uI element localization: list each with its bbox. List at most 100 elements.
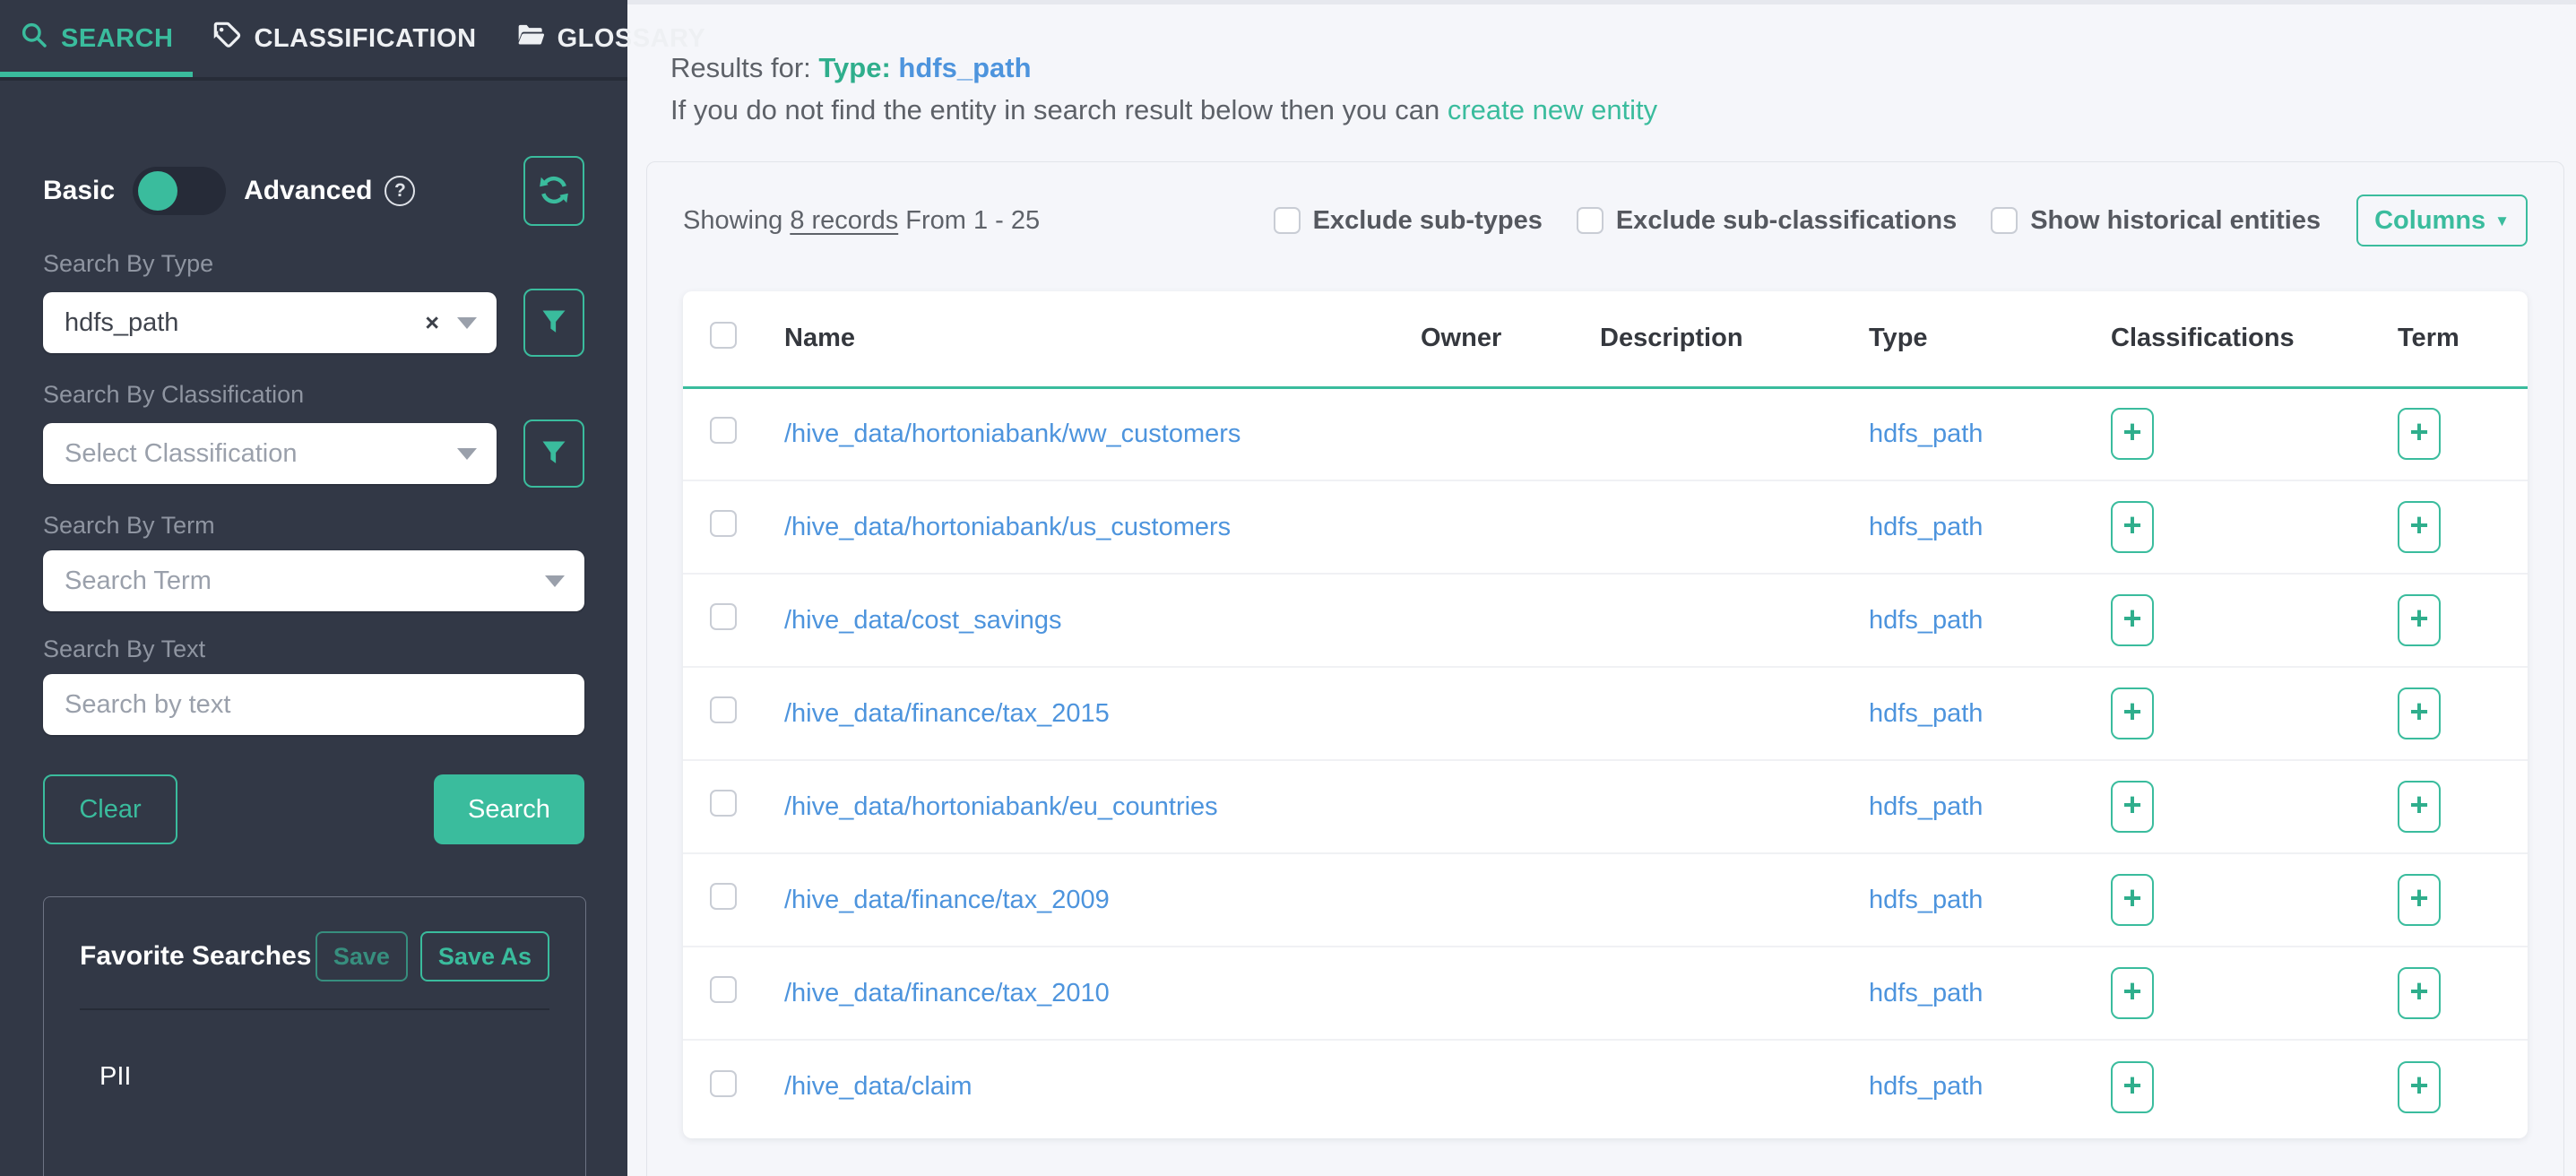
favorite-search-item[interactable]: PII [80,1062,549,1092]
search-form: Basic Advanced ? Search By T [0,156,627,1176]
entity-name-link[interactable]: /hive_data/hortoniabank/us_customers [784,513,1231,541]
mode-toggle-row: Basic Advanced ? [43,156,584,226]
type-filter-button[interactable] [523,289,584,357]
entity-name-link[interactable]: /hive_data/hortoniabank/ww_customers [784,419,1240,448]
funnel-icon [540,439,567,469]
entity-name-link[interactable]: /hive_data/hortoniabank/eu_countries [784,792,1218,821]
entity-type-link[interactable]: hdfs_path [1869,979,1983,1007]
owner-cell [1399,853,1578,947]
option-exclude-sub-types[interactable]: Exclude sub-types [1274,206,1543,236]
plus-icon: + [2409,693,2428,731]
table-row: /hive_data/finance/tax_2015 hdfs_path + … [683,667,2528,760]
tab-label: SEARCH [61,24,173,54]
tab-classification[interactable]: CLASSIFICATION [193,0,496,77]
row-checkbox[interactable] [710,696,737,723]
header-owner: Owner [1399,291,1578,387]
add-term-button[interactable]: + [2398,594,2441,646]
select-all-checkbox[interactable] [710,322,737,349]
add-classification-button[interactable]: + [2111,501,2154,553]
option-show-historical-entities[interactable]: Show historical entities [1991,206,2321,236]
clear-button[interactable]: Clear [43,774,177,844]
entity-type-link[interactable]: hdfs_path [1869,886,1983,914]
classification-select[interactable]: Select Classification [43,423,497,484]
entity-type-link[interactable]: hdfs_path [1869,792,1983,821]
basic-advanced-toggle[interactable] [133,167,226,215]
refresh-button[interactable] [523,156,584,226]
header-name: Name [763,291,1399,387]
exclude-sub-types-checkbox[interactable] [1274,207,1301,234]
entity-name-link[interactable]: /hive_data/cost_savings [784,606,1062,635]
row-checkbox[interactable] [710,883,737,910]
table-body: /hive_data/hortoniabank/ww_customers hdf… [683,387,2528,1133]
add-term-button[interactable]: + [2398,501,2441,553]
row-checkbox[interactable] [710,790,737,817]
owner-cell [1399,760,1578,853]
entity-name-link[interactable]: /hive_data/finance/tax_2010 [784,979,1110,1007]
search-text-input[interactable] [43,674,584,735]
columns-dropdown-button[interactable]: Columns ▼ [2356,195,2528,246]
row-checkbox[interactable] [710,417,737,444]
plus-icon: + [2122,1067,2141,1104]
add-classification-button[interactable]: + [2111,1061,2154,1113]
entity-type-link[interactable]: hdfs_path [1869,606,1983,635]
description-cell [1578,574,1847,667]
row-checkbox[interactable] [710,1070,737,1097]
add-classification-button[interactable]: + [2111,408,2154,460]
add-term-button[interactable]: + [2398,1061,2441,1113]
add-term-button[interactable]: + [2398,408,2441,460]
funnel-icon [540,308,567,338]
add-classification-button[interactable]: + [2111,781,2154,833]
results-table-card: Name Owner Description Type Classificati… [683,291,2528,1138]
description-cell [1578,1040,1847,1133]
tab-label: CLASSIFICATION [254,24,476,54]
search-button[interactable]: Search [434,774,584,844]
type-select[interactable]: hdfs_path × [43,292,497,353]
add-classification-button[interactable]: + [2111,874,2154,926]
row-checkbox[interactable] [710,976,737,1003]
save-as-button[interactable]: Save As [420,931,549,981]
create-new-entity-link[interactable]: create new entity [1448,94,1657,125]
description-cell [1578,947,1847,1040]
add-term-button[interactable]: + [2398,781,2441,833]
classification-filter-button[interactable] [523,419,584,488]
results-main: Results for: Type: hdfs_path If you do n… [627,0,2576,1176]
row-checkbox[interactable] [710,510,737,537]
clear-type-icon[interactable]: × [425,309,439,337]
chevron-down-icon [545,575,565,587]
add-classification-button[interactable]: + [2111,967,2154,1019]
classification-select-placeholder: Select Classification [65,439,298,469]
entity-type-link[interactable]: hdfs_path [1869,419,1983,448]
option-label: Exclude sub-types [1313,206,1543,236]
term-select[interactable]: Search Term [43,550,584,611]
add-classification-button[interactable]: + [2111,594,2154,646]
field-search-by-type: Search By Type hdfs_path × [43,249,584,357]
row-checkbox[interactable] [710,603,737,630]
form-actions: Clear Search [43,774,584,844]
exclude-sub-classifications-checkbox[interactable] [1577,207,1604,234]
entity-name-link[interactable]: /hive_data/finance/tax_2009 [784,886,1110,914]
results-table: Name Owner Description Type Classificati… [683,291,2528,1133]
entity-name-link[interactable]: /hive_data/finance/tax_2015 [784,699,1110,728]
add-term-button[interactable]: + [2398,967,2441,1019]
entity-type-link[interactable]: hdfs_path [1869,1072,1983,1101]
results-header: Results for: Type: hdfs_path If you do n… [670,47,2576,131]
show-historical-entities-checkbox[interactable] [1991,207,2018,234]
entity-name-link[interactable]: /hive_data/claim [784,1072,972,1101]
owner-cell [1399,480,1578,574]
entity-type-link[interactable]: hdfs_path [1869,699,1983,728]
tag-icon [212,21,241,56]
description-cell [1578,760,1847,853]
refresh-icon [537,173,571,210]
toggle-knob [138,171,177,211]
table-row: /hive_data/cost_savings hdfs_path + + [683,574,2528,667]
option-exclude-sub-classifications[interactable]: Exclude sub-classifications [1577,206,1957,236]
add-term-button[interactable]: + [2398,687,2441,739]
help-icon[interactable]: ? [385,176,415,206]
save-button[interactable]: Save [316,931,408,981]
add-term-button[interactable]: + [2398,874,2441,926]
entity-type-link[interactable]: hdfs_path [1869,513,1983,541]
add-classification-button[interactable]: + [2111,687,2154,739]
tab-search[interactable]: SEARCH [0,0,193,77]
folder-icon [516,21,545,56]
records-count-link[interactable]: 8 records [790,206,898,235]
